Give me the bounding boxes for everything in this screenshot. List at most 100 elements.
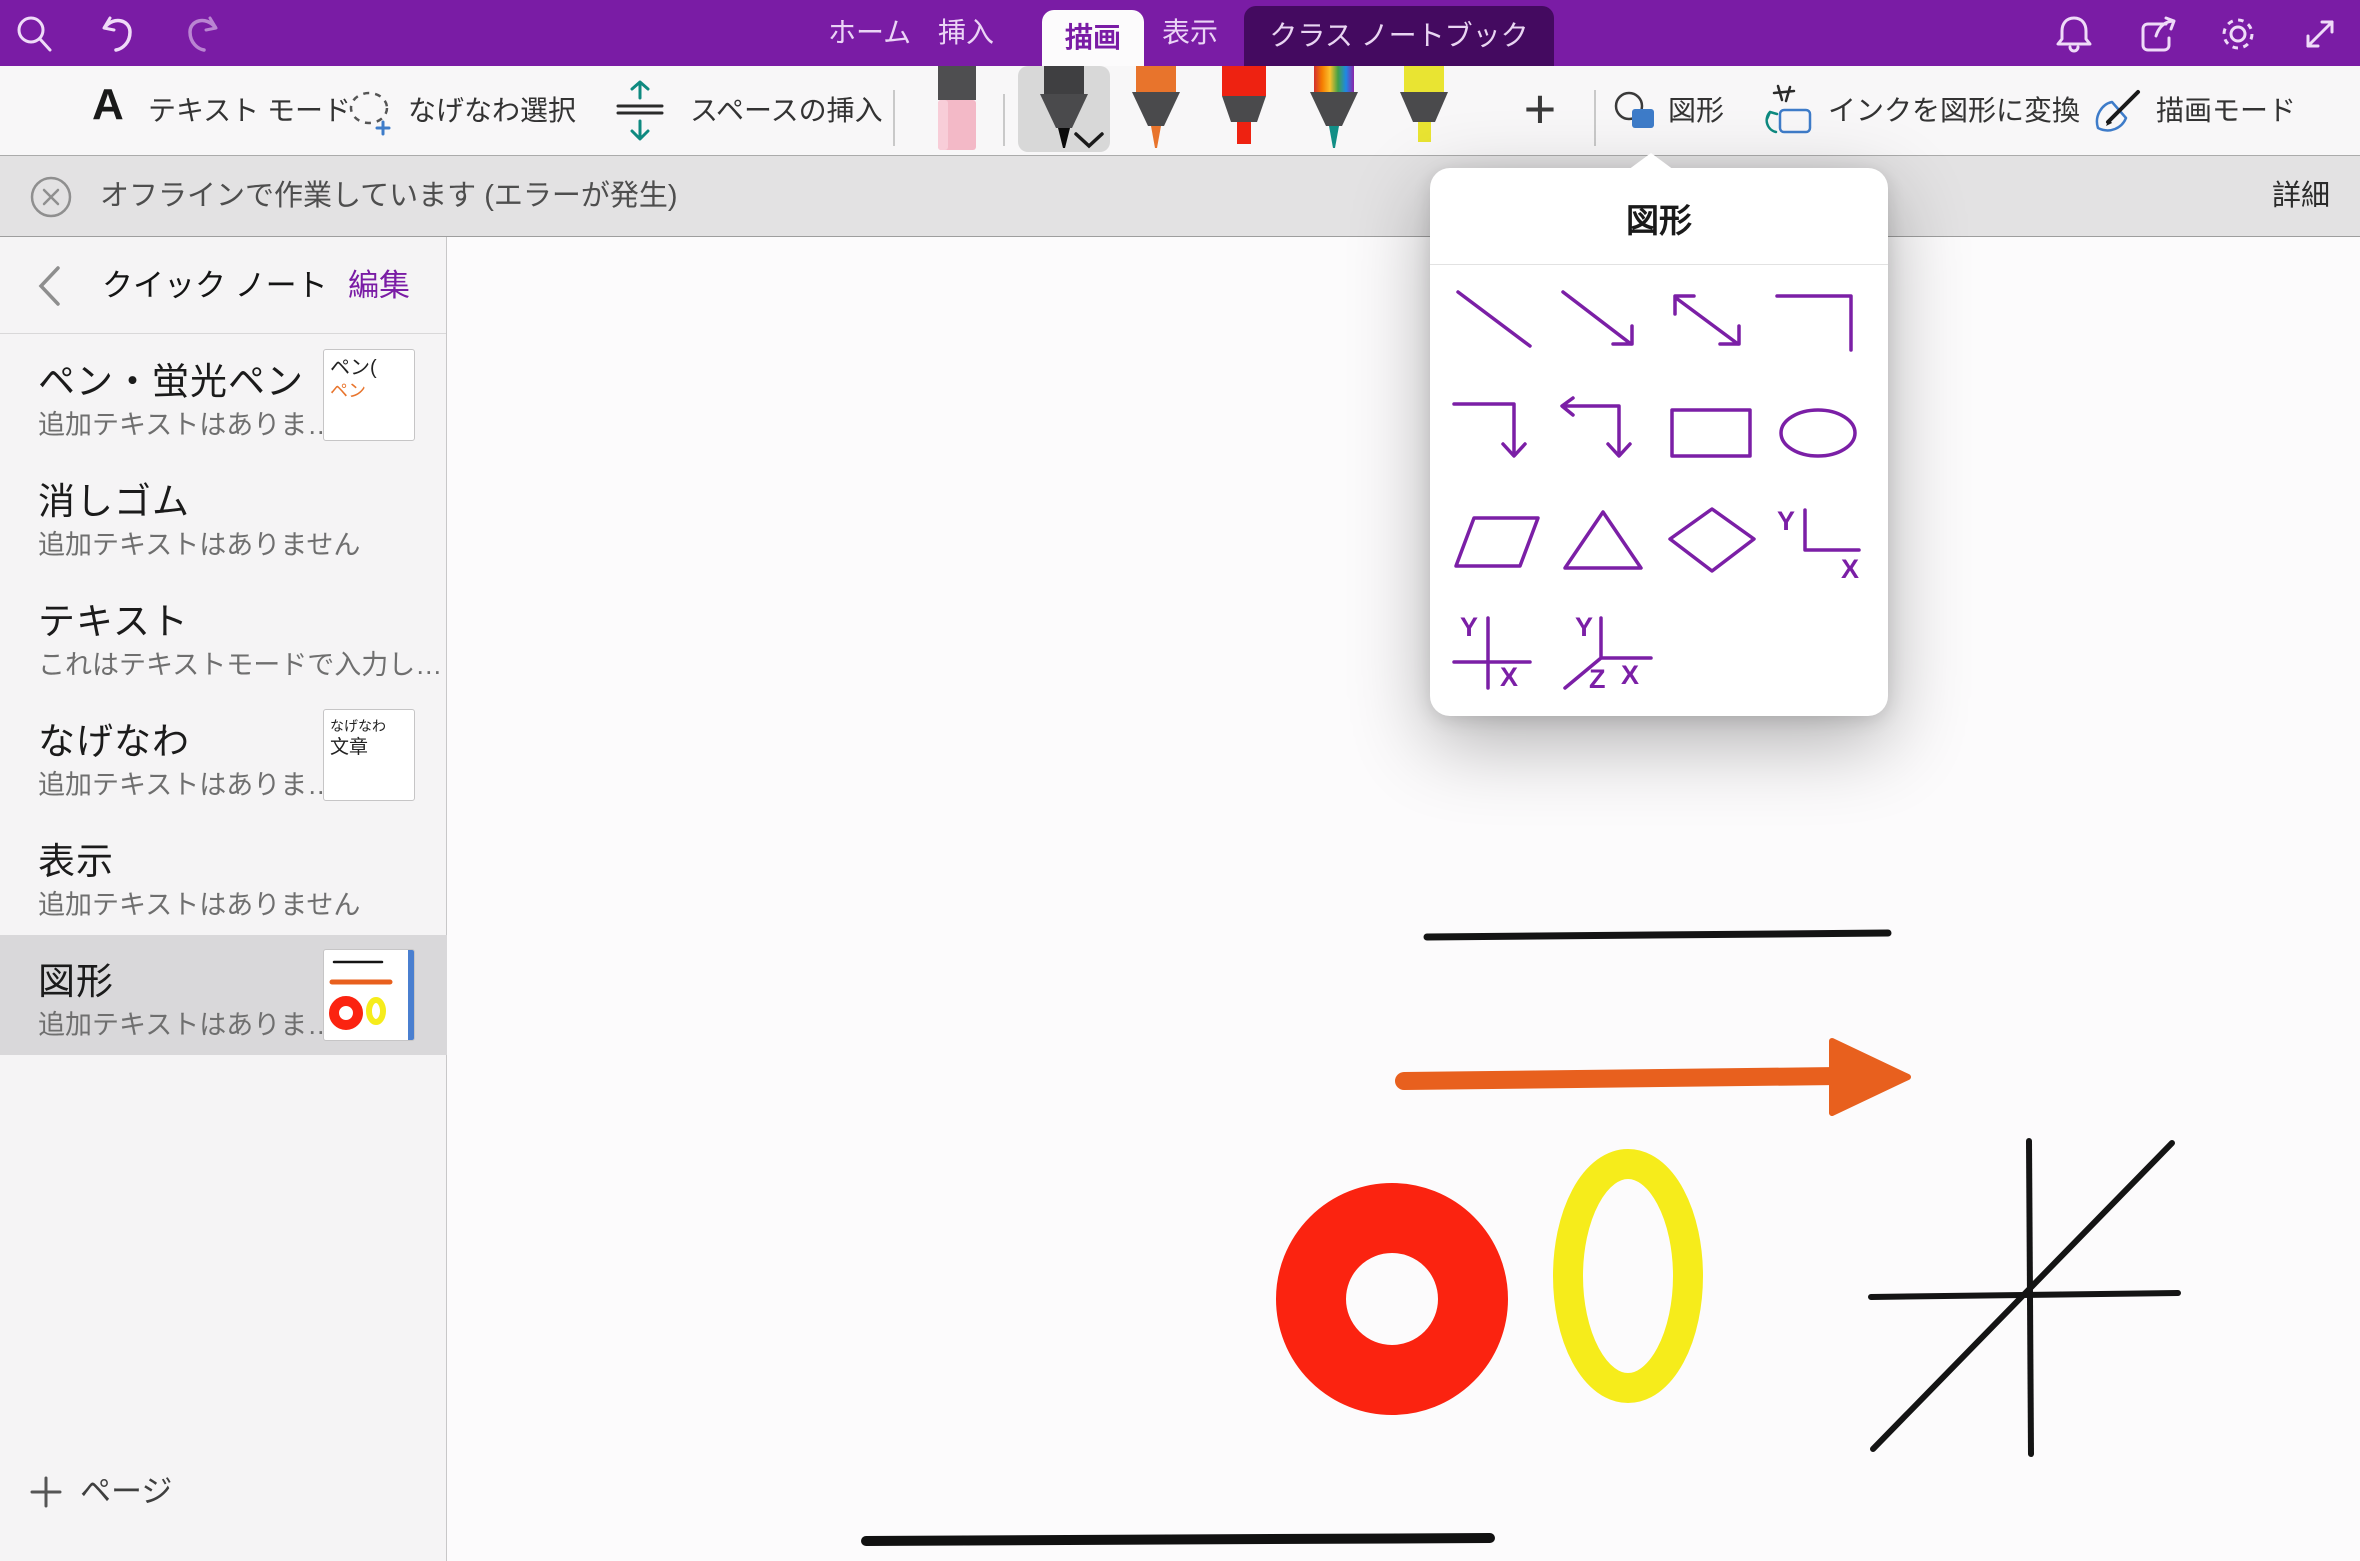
text-mode-icon: A [92, 80, 124, 130]
page-subtitle: 追加テキストはありま… [38, 1003, 334, 1042]
undo-icon[interactable] [96, 12, 140, 56]
page-item-text[interactable]: テキスト これはテキストモードで入力し… [0, 575, 447, 695]
page-item-shapes-selected[interactable]: 図形 追加テキストはありま… [0, 935, 447, 1055]
triangle-icon [1555, 504, 1655, 582]
tab-draw-active[interactable]: 描画 [1042, 10, 1144, 66]
axis-label-y: Y [1460, 614, 1478, 642]
shape-arrow[interactable] [1551, 268, 1658, 378]
sidebar-header: クイック ノート 編集 [0, 237, 446, 334]
page-title: 消しゴム [38, 471, 190, 525]
tab-view[interactable]: 表示 [1162, 0, 1218, 66]
page-title: 図形 [38, 951, 114, 1005]
pen-options-chevron-icon[interactable] [1072, 130, 1106, 150]
thumb-text: ペン [330, 380, 408, 402]
page-title: ペン・蛍光ペン [38, 351, 304, 405]
corner-icon [1769, 284, 1869, 362]
ink-to-shape-button[interactable]: インクを図形に変換 [1828, 66, 2080, 155]
drawing-canvas[interactable] [447, 237, 2360, 1561]
shape-diamond[interactable] [1658, 488, 1765, 598]
settings-icon[interactable] [2216, 12, 2260, 56]
shape-corner-arrow-down[interactable] [1444, 378, 1551, 488]
page-title: 表示 [38, 831, 114, 885]
page-subtitle: 追加テキストはありま… [38, 403, 334, 442]
thumb-text: 文章 [330, 736, 408, 760]
toolbar-divider [1594, 90, 1596, 146]
page-item-eraser[interactable]: 消しゴム 追加テキストはありません [0, 455, 447, 575]
page-subtitle: 追加テキストはありません [38, 523, 360, 562]
corner-left-arrow-down-icon [1555, 394, 1655, 472]
notifications-icon[interactable] [2052, 12, 2096, 56]
eraser-tool[interactable] [928, 66, 986, 152]
page-subtitle: これはテキストモードで入力し… [38, 643, 442, 682]
draw-ribbon-toolbar: A テキスト モード なげなわ選択 スペースの挿入 [0, 66, 2360, 155]
draw-mode-icon[interactable] [2092, 88, 2144, 136]
insert-space-button[interactable]: スペースの挿入 [690, 66, 883, 155]
shape-rectangle[interactable] [1658, 378, 1765, 488]
drawing-preview [324, 950, 414, 1040]
axis-2d-cross-icon: Y X [1448, 614, 1548, 692]
popup-title: 図形 [1430, 194, 1888, 242]
share-icon[interactable] [2136, 12, 2180, 56]
shape-line[interactable] [1444, 268, 1551, 378]
shape-corner[interactable] [1765, 268, 1872, 378]
thumb-text: ペン( [330, 356, 408, 380]
shape-parallelogram[interactable] [1444, 488, 1551, 598]
add-pen-button[interactable]: + [1505, 66, 1575, 155]
arrow-icon [1555, 284, 1655, 362]
yellow-highlighter-tool[interactable] [1392, 66, 1456, 152]
draw-mode-button[interactable]: 描画モード [2156, 66, 2296, 155]
search-icon[interactable] [12, 12, 56, 56]
offline-notification-bar: オフラインで作業しています (エラーが発生) 詳細 [0, 155, 2360, 237]
tab-class-notebook[interactable]: クラス ノートブック [1244, 6, 1554, 66]
dismiss-error-icon[interactable] [28, 174, 74, 220]
back-chevron-icon[interactable] [36, 265, 62, 307]
details-button[interactable]: 詳細 [2272, 156, 2330, 236]
axis-3d-icon: Y Z X [1555, 614, 1655, 692]
shape-axis-2d-corner[interactable]: Y X [1765, 488, 1872, 598]
lasso-select-icon[interactable] [345, 88, 397, 138]
edit-button[interactable]: 編集 [348, 237, 410, 334]
page-thumbnail: なげなわ 文章 [323, 709, 415, 801]
parallelogram-icon [1448, 504, 1548, 582]
lasso-select-button[interactable]: なげなわ選択 [408, 66, 576, 155]
shape-triangle[interactable] [1551, 488, 1658, 598]
diamond-icon [1662, 504, 1762, 582]
plus-icon [28, 1474, 64, 1510]
shapes-icon[interactable] [1612, 90, 1658, 132]
axis-label-x: X [1841, 554, 1859, 582]
shape-ellipse[interactable] [1765, 378, 1872, 488]
expand-icon[interactable] [2298, 12, 2342, 56]
line-icon [1448, 284, 1548, 362]
page-list-sidebar: クイック ノート 編集 ペン・蛍光ペン 追加テキストはありま… ペン( ペン 消… [0, 237, 447, 1561]
ink-to-shape-icon[interactable] [1764, 84, 1816, 140]
notebook-section-title: クイック ノート [102, 237, 328, 334]
insert-space-icon[interactable] [612, 80, 668, 144]
red-marker-tool[interactable] [1212, 66, 1276, 152]
shape-corner-left-arrow-down[interactable] [1551, 378, 1658, 488]
shapes-button[interactable]: 図形 [1668, 66, 1724, 155]
corner-arrow-down-icon [1448, 394, 1548, 472]
tab-insert[interactable]: 挿入 [938, 0, 994, 66]
page-item-pen-highlighter[interactable]: ペン・蛍光ペン 追加テキストはありま… ペン( ペン [0, 335, 447, 455]
tab-home[interactable]: ホーム [828, 0, 911, 66]
add-page-button[interactable]: ページ [0, 1462, 447, 1522]
page-item-lasso[interactable]: なげなわ 追加テキストはありま… なげなわ 文章 [0, 695, 447, 815]
text-mode-button[interactable]: テキスト モード [148, 66, 351, 155]
add-page-label: ページ [80, 1462, 172, 1522]
rainbow-pen-tool[interactable] [1302, 66, 1366, 152]
redo-icon[interactable] [180, 12, 224, 56]
shapes-popup: 図形 [1430, 168, 1888, 716]
popup-divider [1430, 264, 1888, 265]
axis-label-z: Z [1589, 664, 1606, 692]
page-item-view[interactable]: 表示 追加テキストはありません [0, 815, 447, 935]
shape-axis-3d[interactable]: Y Z X [1551, 598, 1658, 708]
page-subtitle: 追加テキストはありま… [38, 763, 334, 802]
double-arrow-icon [1662, 284, 1762, 362]
shape-axis-2d-cross[interactable]: Y X [1444, 598, 1551, 708]
axis-2d-corner-icon: Y X [1769, 504, 1869, 582]
page-title: テキスト [38, 591, 189, 645]
axis-label-y: Y [1575, 614, 1593, 642]
app-title-bar: ホーム 挿入 描画 表示 クラス ノートブック [0, 0, 2360, 66]
orange-pen-tool[interactable] [1124, 66, 1188, 152]
shape-double-arrow[interactable] [1658, 268, 1765, 378]
